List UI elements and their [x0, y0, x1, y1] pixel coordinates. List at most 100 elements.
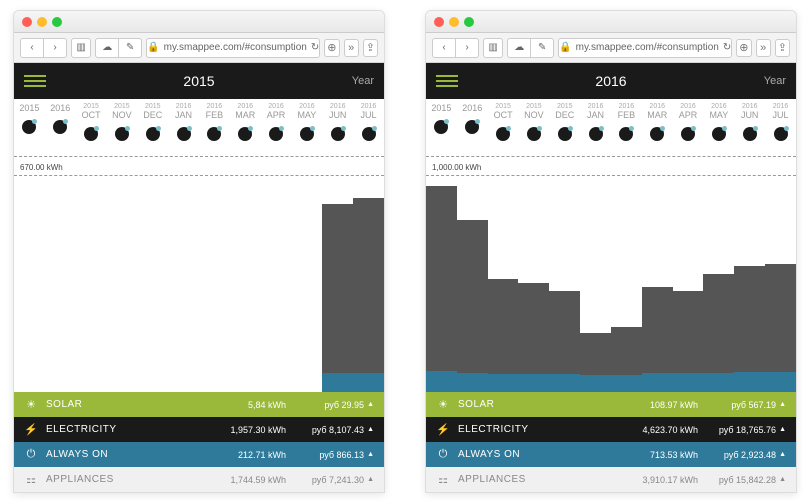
close-icon[interactable] — [434, 17, 444, 27]
month-tab[interactable]: 2015 — [426, 99, 457, 156]
grid-line — [14, 175, 384, 176]
sidebar-button[interactable]: ▥ — [483, 38, 503, 58]
chart-area: 670.00 kWh — [14, 157, 384, 392]
maximize-icon[interactable] — [52, 17, 62, 27]
month-tab[interactable]: 2015DEC — [549, 99, 580, 156]
titlebar — [426, 11, 796, 33]
bar — [322, 204, 353, 392]
summary-rows: ☀SOLAR108.97 kWhруб 567.19▲ ⚡ELECTRICITY… — [426, 392, 796, 492]
bar — [703, 274, 734, 392]
reader-button[interactable]: ⊕ — [736, 39, 751, 57]
month-tab[interactable]: 2016APR — [673, 99, 704, 156]
bar — [734, 266, 765, 392]
row-electricity[interactable]: ⚡ELECTRICITY1,957.30 kWhруб 8,107.43▲ — [14, 417, 384, 442]
period-selector[interactable]: Year — [764, 75, 786, 87]
sidebar-button[interactable]: ▥ — [71, 38, 91, 58]
up-icon: ▲ — [779, 401, 786, 408]
month-tabs[interactable]: 201520162015OCT2015NOV2015DEC2016JAN2016… — [14, 99, 384, 157]
bar — [673, 291, 704, 392]
cloud-icon[interactable]: ☁ — [95, 38, 119, 58]
bar — [353, 198, 384, 392]
bar — [580, 333, 611, 392]
back-button[interactable]: ‹ — [432, 38, 456, 58]
month-tab[interactable]: 2016APR — [261, 99, 292, 156]
app-header: 2016 Year — [426, 63, 796, 99]
chart-bars — [426, 182, 796, 392]
url-bar[interactable]: 🔒 my.smappee.com/#consumption ↻ — [558, 38, 732, 58]
sun-icon: ☀ — [436, 398, 450, 411]
month-tab[interactable]: 2015DEC — [137, 99, 168, 156]
month-tab[interactable]: 2015 — [14, 99, 45, 156]
bar — [611, 327, 642, 392]
back-button[interactable]: ‹ — [20, 38, 44, 58]
month-tab[interactable]: 2016JAN — [168, 99, 199, 156]
month-tab[interactable]: 2016JUN — [322, 99, 353, 156]
month-tab[interactable]: 2016JUL — [353, 99, 384, 156]
minimize-icon[interactable] — [37, 17, 47, 27]
url-bar[interactable]: 🔒 my.smappee.com/#consumption ↻ — [146, 38, 320, 58]
power-icon: ⏻ — [436, 448, 450, 461]
cloud-icon[interactable]: ☁ — [507, 38, 531, 58]
month-tabs[interactable]: 201520162015OCT2015NOV2015DEC2016JAN2016… — [426, 99, 796, 157]
bolt-icon: ⚡ — [436, 423, 450, 436]
browser-toolbar: ‹› ▥ ☁✎ 🔒 my.smappee.com/#consumption ↻ … — [14, 33, 384, 63]
month-tab[interactable]: 2016FEB — [199, 99, 230, 156]
row-always-on[interactable]: ⏻ALWAYS ON713.53 kWhруб 2,923.48▲ — [426, 442, 796, 467]
traffic-lights — [22, 17, 62, 27]
window-2016: ‹› ▥ ☁✎ 🔒 my.smappee.com/#consumption ↻ … — [425, 10, 797, 493]
page-title: 2015 — [183, 73, 214, 89]
row-electricity[interactable]: ⚡ELECTRICITY4,623.70 kWhруб 18,765.76▲ — [426, 417, 796, 442]
app-header: 2015 Year — [14, 63, 384, 99]
share-button[interactable]: ⇪ — [775, 39, 790, 57]
close-icon[interactable] — [22, 17, 32, 27]
menu-icon[interactable] — [24, 75, 46, 87]
forward-button[interactable]: › — [43, 38, 67, 58]
month-tab[interactable]: 2016JUL — [765, 99, 796, 156]
edit-icon[interactable]: ✎ — [530, 38, 554, 58]
chart-area: 1,000.00 kWh — [426, 157, 796, 392]
month-tab[interactable]: 2015OCT — [76, 99, 107, 156]
up-icon: ▲ — [367, 401, 374, 408]
up-icon: ▲ — [367, 426, 374, 433]
row-appliances[interactable]: ⚏APPLIANCES3,910.17 kWhруб 15,842.28▲ — [426, 467, 796, 492]
bar — [488, 279, 519, 392]
month-tab[interactable]: 2016MAR — [230, 99, 261, 156]
traffic-lights — [434, 17, 474, 27]
menu-icon[interactable] — [436, 75, 458, 87]
month-tab[interactable]: 2016 — [457, 99, 488, 156]
share-button[interactable]: ⇪ — [363, 39, 378, 57]
month-tab[interactable]: 2016MAY — [703, 99, 734, 156]
month-tab[interactable]: 2016JAN — [580, 99, 611, 156]
month-tab[interactable]: 2016JUN — [734, 99, 765, 156]
bar — [642, 287, 673, 392]
browser-toolbar: ‹› ▥ ☁✎ 🔒 my.smappee.com/#consumption ↻ … — [426, 33, 796, 63]
forward-button[interactable]: › — [455, 38, 479, 58]
bar — [426, 186, 457, 392]
row-always-on[interactable]: ⏻ALWAYS ON212.71 kWhруб 866.13▲ — [14, 442, 384, 467]
reader-button[interactable]: ⊕ — [324, 39, 339, 57]
maximize-icon[interactable] — [464, 17, 474, 27]
month-tab[interactable]: 2016MAY — [291, 99, 322, 156]
month-tab[interactable]: 2015OCT — [488, 99, 519, 156]
tabs-button[interactable]: » — [344, 39, 359, 57]
bar — [549, 291, 580, 392]
month-tab[interactable]: 2016FEB — [611, 99, 642, 156]
grid-line — [426, 175, 796, 176]
bar — [518, 283, 549, 392]
edit-icon[interactable]: ✎ — [118, 38, 142, 58]
url-text: my.smappee.com/#consumption — [164, 42, 307, 53]
month-tab[interactable]: 2015NOV — [106, 99, 137, 156]
row-solar[interactable]: ☀SOLAR5,84 kWhруб 29.95▲ — [14, 392, 384, 417]
down-icon: ▲ — [779, 426, 786, 433]
down-icon: ▲ — [779, 476, 786, 483]
up-icon: ▲ — [367, 451, 374, 458]
row-appliances[interactable]: ⚏APPLIANCES1,744.59 kWhруб 7,241.30▲ — [14, 467, 384, 492]
tabs-button[interactable]: » — [756, 39, 771, 57]
month-tab[interactable]: 2015NOV — [518, 99, 549, 156]
month-tab[interactable]: 2016 — [45, 99, 76, 156]
row-solar[interactable]: ☀SOLAR108.97 kWhруб 567.19▲ — [426, 392, 796, 417]
page-title: 2016 — [595, 73, 626, 89]
month-tab[interactable]: 2016MAR — [642, 99, 673, 156]
minimize-icon[interactable] — [449, 17, 459, 27]
period-selector[interactable]: Year — [352, 75, 374, 87]
